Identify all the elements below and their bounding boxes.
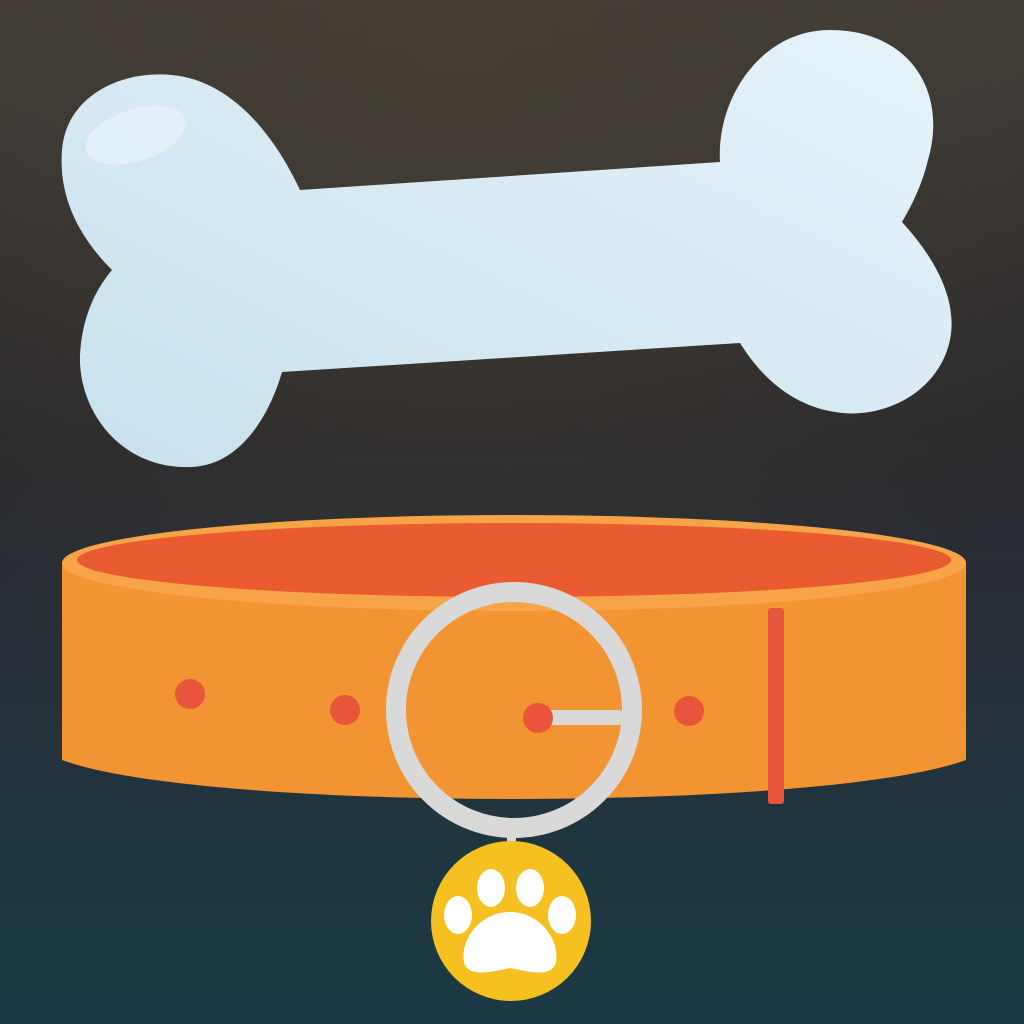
collar-keeper-strap xyxy=(768,608,784,804)
buckle-pin-hole xyxy=(523,703,553,733)
pet-icon-canvas xyxy=(0,0,1024,1024)
dog-collar-icon xyxy=(62,515,966,804)
collar-hole xyxy=(330,695,360,725)
paw-toe xyxy=(516,869,544,907)
collar-hole xyxy=(175,679,205,709)
collar-hole xyxy=(674,696,704,726)
paw-toe xyxy=(477,869,505,907)
paw-toe xyxy=(444,896,472,934)
pet-icon-svg xyxy=(0,0,1024,1024)
paw-tag-icon xyxy=(431,841,591,1001)
paw-toe xyxy=(548,896,576,934)
